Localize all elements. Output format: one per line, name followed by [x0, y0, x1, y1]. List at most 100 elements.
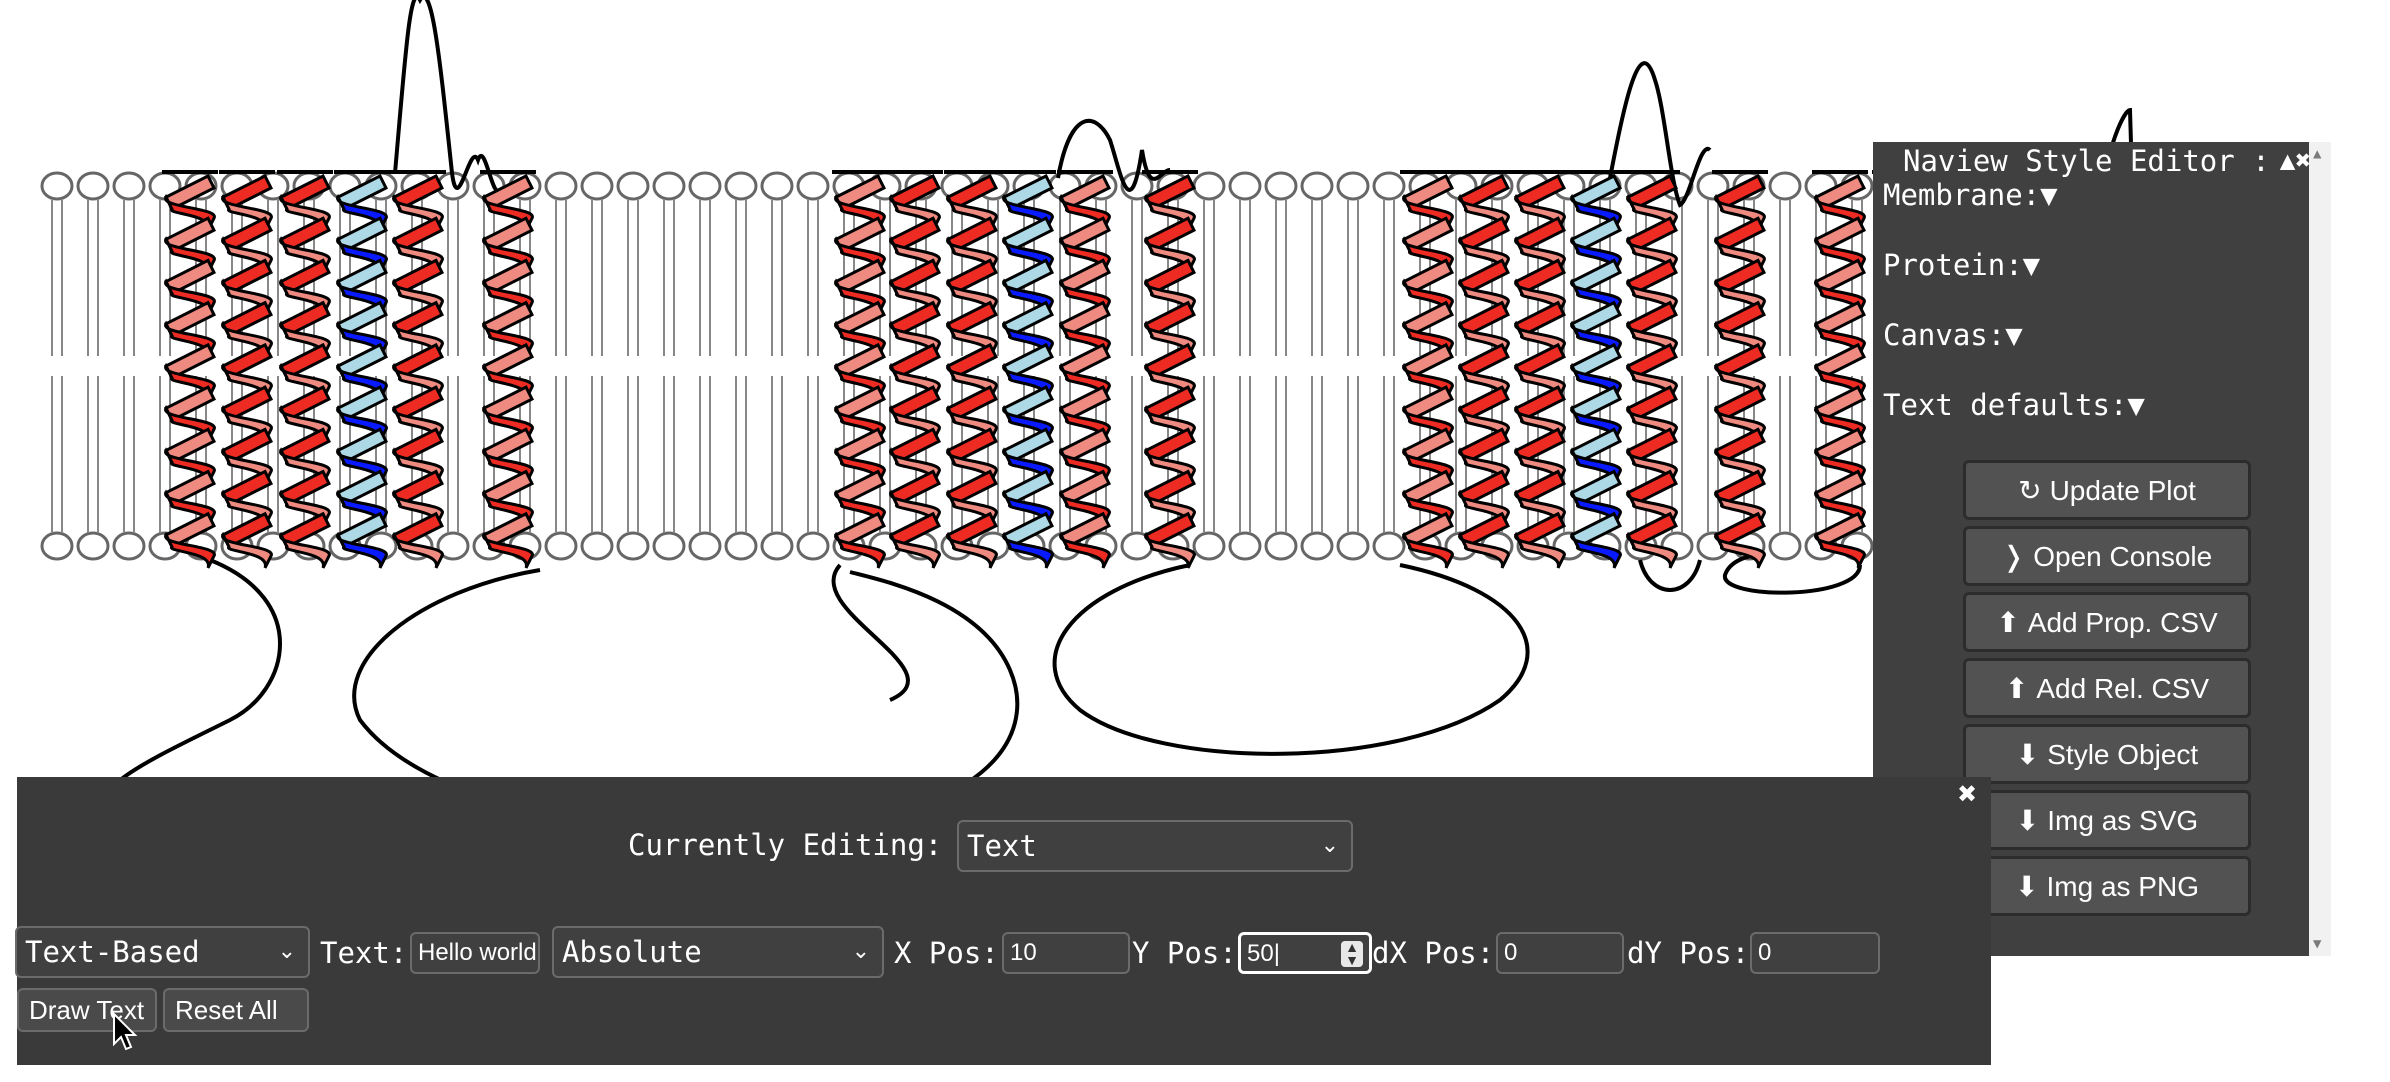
currently-editing-select[interactable]: Text ⌄	[957, 820, 1353, 872]
lipid-head	[616, 171, 650, 201]
scroll-up-icon[interactable]: ▲	[2313, 146, 2321, 162]
currently-editing-label: Currently Editing:	[628, 828, 943, 862]
lipid-head	[40, 531, 74, 561]
download-icon: ⬇	[2015, 739, 2040, 770]
dy-pos-label: dY Pos:	[1627, 936, 1750, 970]
helix	[1400, 170, 1456, 569]
protein-loop	[1723, 553, 1862, 595]
x-pos-label: X Pos:	[894, 936, 999, 970]
chevron-right-icon: ❭	[2001, 541, 2026, 572]
protein-loop	[1052, 563, 1530, 756]
dx-pos-label: dX Pos:	[1372, 936, 1495, 970]
lipid-head	[652, 171, 686, 201]
x-pos-input[interactable]: 10	[1002, 932, 1130, 974]
text-label: Text:	[320, 936, 408, 970]
upload-icon: ⬆	[1996, 607, 2020, 638]
protein-section-toggle[interactable]: Protein:▼	[1883, 248, 2040, 282]
img-as-png-button[interactable]: ⬇ Img as PNG	[1963, 856, 2251, 916]
dx-pos-input[interactable]: 0	[1496, 932, 1624, 974]
helix	[334, 170, 390, 569]
helix	[1624, 170, 1680, 569]
helix	[1712, 170, 1768, 569]
lipid-head	[1300, 531, 1334, 561]
chevron-down-icon: ⌄	[277, 939, 296, 964]
lipid-head	[1372, 531, 1406, 561]
lipid-head	[1336, 531, 1370, 561]
add-rel-csv-button[interactable]: ⬆ Add Rel. CSV	[1963, 658, 2251, 718]
lipid-head	[724, 531, 758, 561]
lipid-head	[1768, 531, 1802, 561]
spinner-icon[interactable]: ▲ ▼	[1341, 940, 1363, 967]
lipid-head	[544, 531, 578, 561]
reset-all-button[interactable]: Reset All	[163, 988, 309, 1032]
style-editor-controls: ▲✖	[2280, 146, 2311, 176]
add-prop-csv-button[interactable]: ⬆ Add Prop. CSV	[1963, 592, 2251, 652]
lipid-head	[796, 171, 830, 201]
lipid-head	[1192, 171, 1226, 201]
close-icon[interactable]: ✖	[1957, 780, 1977, 808]
lipid-head	[1192, 531, 1226, 561]
lipid-head	[76, 171, 110, 201]
chevron-down-icon: ⌄	[851, 939, 870, 964]
membrane-section-toggle[interactable]: Membrane:▼	[1883, 178, 2058, 212]
helix	[1000, 170, 1056, 569]
lipid-head	[1300, 171, 1334, 201]
lipid-head	[112, 531, 146, 561]
lipid-head	[796, 531, 830, 561]
lipid-head	[616, 531, 650, 561]
helix	[390, 170, 446, 569]
helix	[1456, 170, 1512, 569]
lipid-head	[760, 531, 794, 561]
update-plot-button[interactable]: ↻ Update Plot	[1963, 460, 2251, 520]
lipid-head	[1336, 171, 1370, 201]
lipid-head	[724, 171, 758, 201]
y-pos-label: Y Pos:	[1132, 936, 1237, 970]
lipid-head	[1264, 531, 1298, 561]
upload-icon: ⬆	[2004, 673, 2029, 704]
helix	[1512, 170, 1568, 569]
text-mode-select[interactable]: Text-Based ⌄	[15, 926, 310, 978]
text-input[interactable]: Hello world	[410, 932, 540, 974]
refresh-icon: ↻	[2018, 475, 2042, 506]
lipid-head	[1768, 171, 1802, 201]
lipid-head	[76, 531, 110, 561]
lipid-head	[688, 171, 722, 201]
lipid-head	[40, 171, 74, 201]
lipid-head	[1264, 171, 1298, 201]
lipid-head	[112, 171, 146, 201]
helix	[480, 170, 536, 569]
helix	[832, 170, 888, 569]
helix	[277, 170, 333, 569]
collapse-icon[interactable]: ▲	[2280, 146, 2296, 176]
style-object-button[interactable]: ⬇ Style Object	[1963, 724, 2251, 784]
style-editor-title: Naview Style Editor :	[1903, 144, 2270, 178]
download-icon: ⬇	[2015, 871, 2039, 902]
mouse-cursor-icon	[113, 1012, 138, 1051]
lipid-head	[580, 531, 614, 561]
style-editor-scrollbar[interactable]: ▲ ▼	[2309, 142, 2331, 956]
helix	[1057, 170, 1113, 569]
lipid-head	[1228, 531, 1262, 561]
open-console-button[interactable]: ❭ Open Console	[1963, 526, 2251, 586]
dy-pos-input[interactable]: 0	[1750, 932, 1880, 974]
scroll-down-icon[interactable]: ▼	[2313, 936, 2321, 952]
canvas-section-toggle[interactable]: Canvas:▼	[1883, 318, 2023, 352]
chevron-down-icon: ⌄	[1320, 833, 1339, 858]
protein-loop	[393, 0, 502, 194]
lipid-head	[580, 171, 614, 201]
lipid-head	[688, 531, 722, 561]
lipid-head	[1228, 171, 1262, 201]
lipid-head	[544, 171, 578, 201]
text-defaults-section-toggle[interactable]: Text defaults:▼	[1883, 388, 2145, 422]
y-pos-input[interactable]: 50| ▲ ▼	[1238, 932, 1372, 974]
helix	[1812, 170, 1868, 569]
helix	[219, 170, 275, 569]
lipid-head	[760, 171, 794, 201]
helix	[887, 170, 943, 569]
helix	[1142, 170, 1198, 569]
img-as-svg-button[interactable]: ⬇ Img as SVG	[1963, 790, 2251, 850]
position-mode-select[interactable]: Absolute ⌄	[552, 926, 884, 978]
lipid-head	[1372, 171, 1406, 201]
lipid-head	[652, 531, 686, 561]
helix	[1568, 170, 1624, 569]
